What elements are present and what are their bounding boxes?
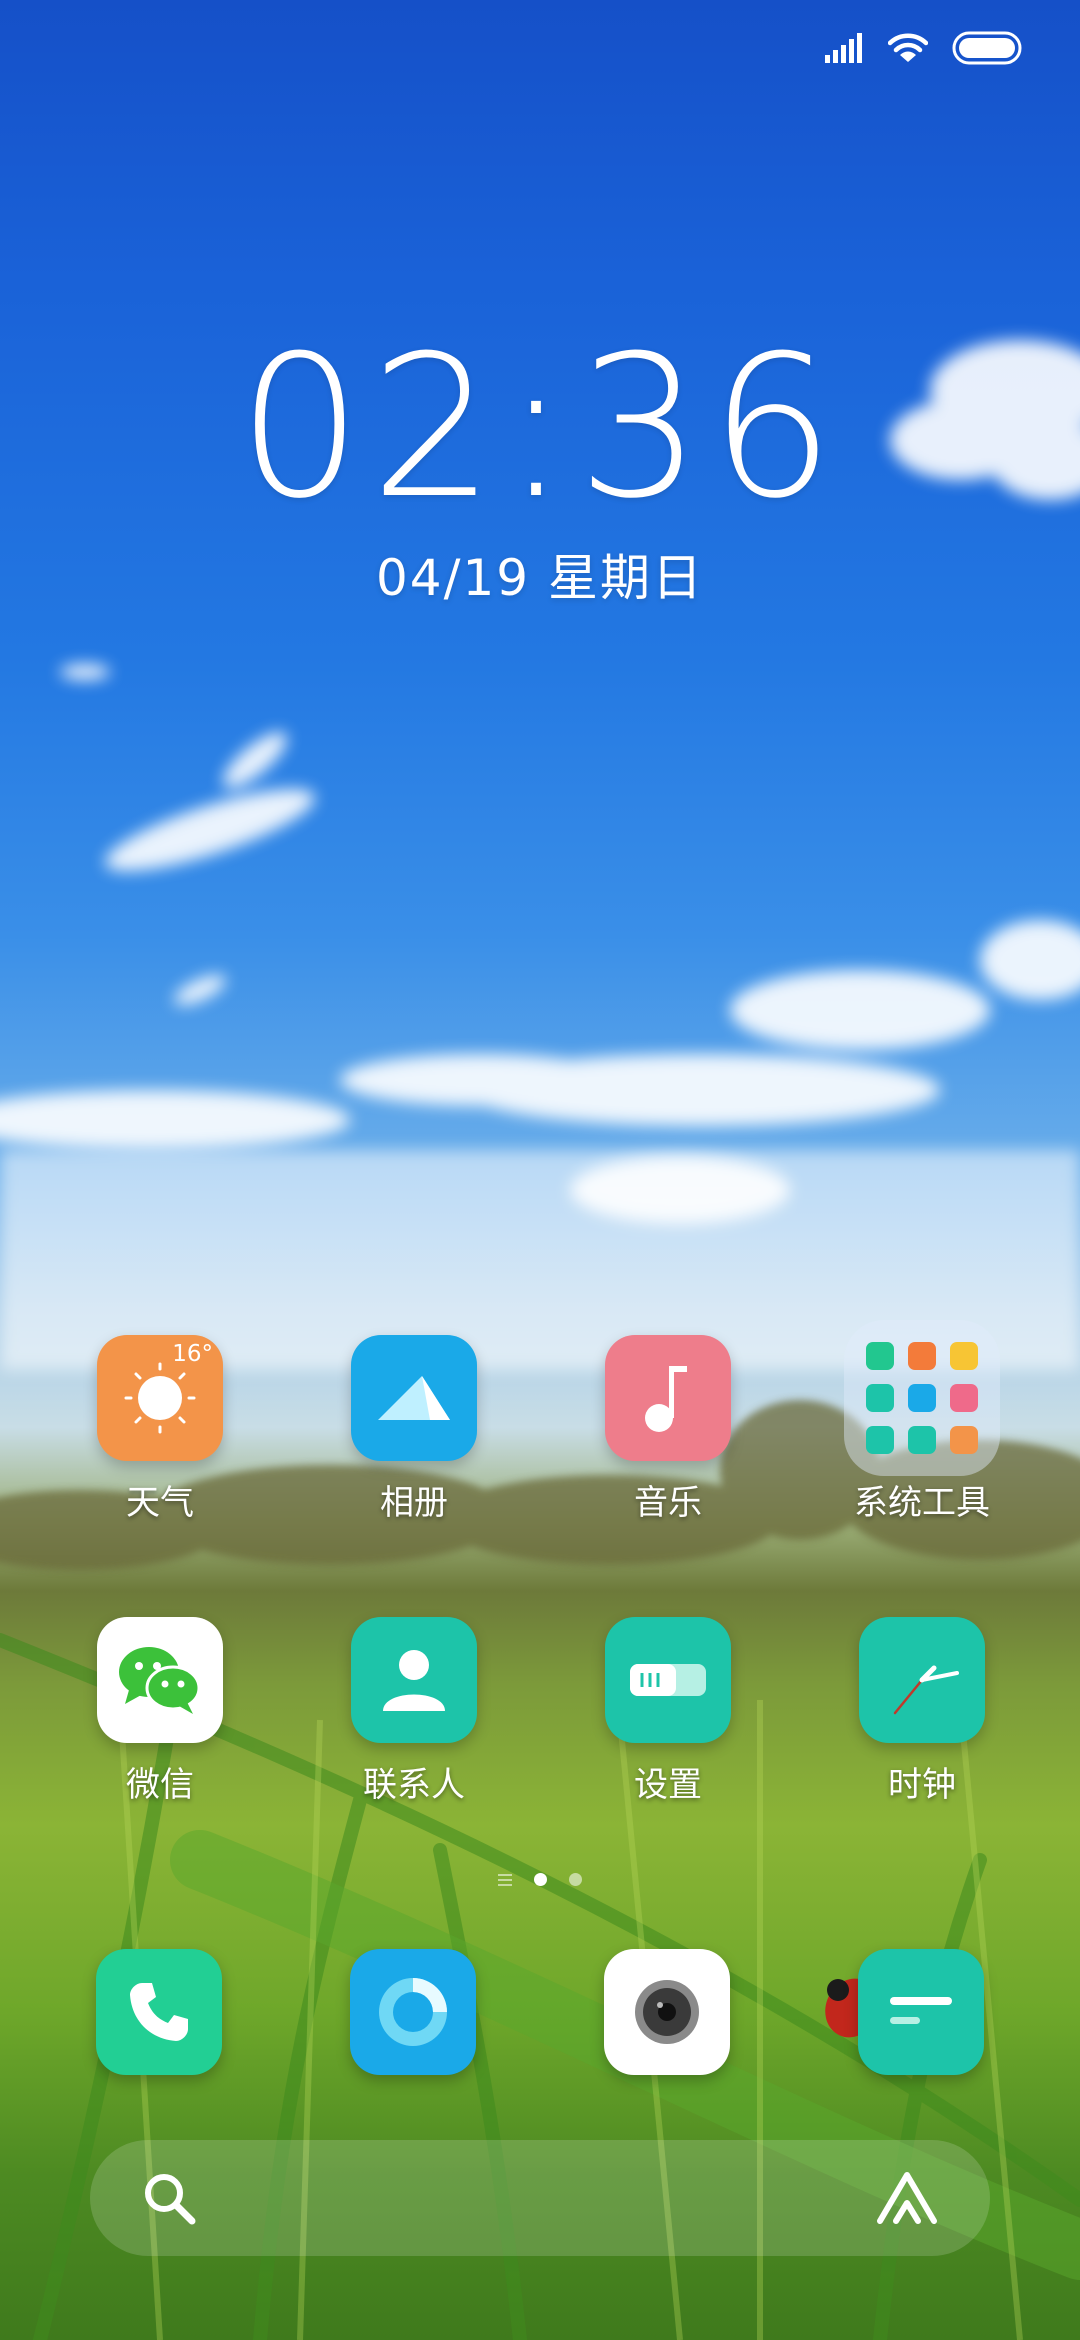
assistant-icon[interactable] bbox=[874, 2169, 940, 2227]
search-bar[interactable] bbox=[90, 2140, 990, 2256]
thermometer-icon bbox=[866, 1384, 894, 1412]
page-dot bbox=[569, 1873, 582, 1886]
phone-icon bbox=[130, 1983, 188, 2041]
clock-time[interactable]: 02:36 bbox=[0, 330, 1080, 526]
weather-temperature: 16° bbox=[172, 1341, 213, 1367]
camera-icon bbox=[635, 1980, 699, 2044]
calendar-icon bbox=[908, 1342, 936, 1370]
app-label: 相册 bbox=[380, 1483, 448, 1523]
app-label: 音乐 bbox=[634, 1483, 702, 1523]
wifi-icon bbox=[888, 33, 928, 62]
recorder-icon bbox=[866, 1426, 894, 1454]
app-music[interactable]: 音乐 bbox=[553, 1335, 783, 1523]
app-label: 天气 bbox=[126, 1483, 194, 1523]
contacts-icon bbox=[351, 1617, 477, 1743]
video-icon bbox=[950, 1426, 978, 1454]
app-settings[interactable]: 设置 bbox=[553, 1617, 783, 1805]
app-wechat[interactable]: 微信 bbox=[45, 1617, 275, 1805]
folder-system-tools[interactable]: 系统工具 bbox=[807, 1320, 1037, 1523]
star-icon bbox=[950, 1384, 978, 1412]
cellular-signal-icon bbox=[825, 33, 862, 63]
app-gallery[interactable]: 相册 bbox=[299, 1335, 529, 1523]
app-clock[interactable]: 时钟 bbox=[807, 1617, 1037, 1805]
app-weather[interactable]: 16° 天气 bbox=[45, 1335, 275, 1523]
page-menu-icon bbox=[498, 1873, 512, 1886]
clock-icon bbox=[859, 1617, 985, 1743]
app-label: 系统工具 bbox=[854, 1483, 990, 1523]
dock-phone[interactable] bbox=[96, 1949, 222, 2075]
app-label: 时钟 bbox=[888, 1765, 956, 1805]
messages-icon bbox=[890, 1997, 952, 2024]
page-dot-active bbox=[534, 1873, 547, 1886]
app-label: 设置 bbox=[634, 1765, 702, 1805]
page-indicator[interactable] bbox=[0, 1873, 1080, 1886]
app-label: 联系人 bbox=[363, 1765, 465, 1805]
gallery-icon bbox=[351, 1335, 477, 1461]
airplane-icon bbox=[908, 1426, 936, 1454]
music-icon bbox=[605, 1335, 731, 1461]
dock-camera[interactable] bbox=[604, 1949, 730, 2075]
notes-icon bbox=[950, 1342, 978, 1370]
browser-icon bbox=[379, 1978, 447, 2046]
app-contacts[interactable]: 联系人 bbox=[299, 1617, 529, 1805]
battery-icon bbox=[952, 31, 1022, 65]
system-tools-folder-icon bbox=[844, 1320, 1000, 1476]
weather-icon: 16° bbox=[97, 1335, 223, 1461]
calculator-icon bbox=[908, 1384, 936, 1412]
dock-browser[interactable] bbox=[350, 1949, 476, 2075]
clock-date: 04/19 星期日 bbox=[376, 549, 704, 607]
settings-icon bbox=[605, 1617, 731, 1743]
security-icon bbox=[866, 1342, 894, 1370]
search-icon[interactable] bbox=[140, 2169, 198, 2227]
dock-messages[interactable] bbox=[858, 1949, 984, 2075]
status-bar bbox=[824, 28, 1022, 68]
wechat-icon bbox=[97, 1617, 223, 1743]
app-label: 微信 bbox=[126, 1765, 194, 1805]
